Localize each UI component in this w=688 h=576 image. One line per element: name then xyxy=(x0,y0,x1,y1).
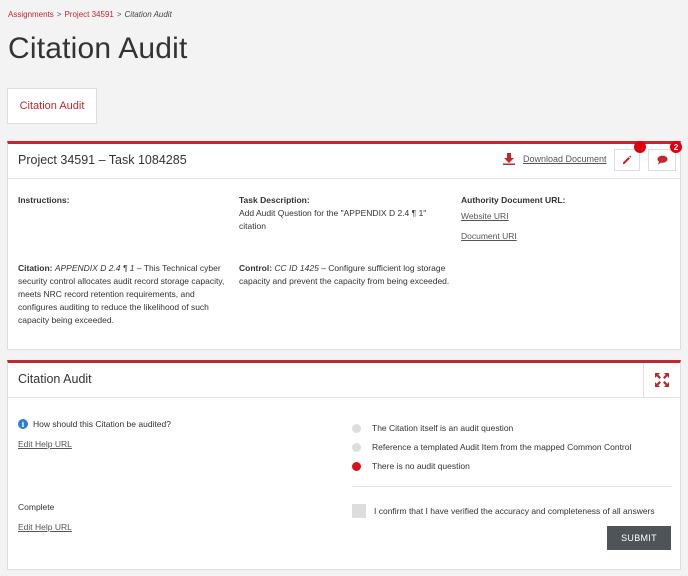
control-ref: CC ID 1425 xyxy=(274,263,319,273)
authority-block: Authority Document URL: Website URI Docu… xyxy=(461,194,661,243)
confirm-row[interactable]: I confirm that I have verified the accur… xyxy=(352,504,655,518)
authority-label: Authority Document URL: xyxy=(461,195,566,205)
control-label: Control: xyxy=(239,263,273,273)
breadcrumb-assignments[interactable]: Assignments xyxy=(8,10,54,19)
instructions-block: Instructions: xyxy=(18,194,69,207)
info-icon: i xyxy=(18,419,28,429)
citation-label: Citation: xyxy=(18,263,53,273)
document-uri-link[interactable]: Document URI xyxy=(461,230,661,243)
expand-button[interactable] xyxy=(643,363,680,397)
audit-option-citation-question[interactable]: The Citation itself is an audit question xyxy=(352,423,513,433)
audit-option-label: The Citation itself is an audit question xyxy=(372,423,514,433)
task-description-label: Task Description: xyxy=(239,195,310,205)
task-title: Project 34591 – Task 1084285 xyxy=(18,153,187,167)
audit-question: How should this Citation be audited? xyxy=(33,419,171,429)
citation-audit-card: Citation Audit i How should this Citatio… xyxy=(7,360,681,570)
citation-ref: APPENDIX D 2.4 ¶ 1 xyxy=(54,263,135,273)
breadcrumb: Assignments > Project 34591 > Citation Audit xyxy=(8,10,172,19)
audit-option-no-question[interactable]: There is no audit question xyxy=(352,461,470,471)
pencil-icon xyxy=(623,155,632,164)
radio-button[interactable] xyxy=(352,423,361,433)
audit-question-row: i How should this Citation be audited? xyxy=(18,419,171,429)
edit-help-url-link-complete[interactable]: Edit Help URL xyxy=(18,522,72,532)
radio-button-selected[interactable] xyxy=(352,461,361,471)
audit-card-title: Citation Audit xyxy=(18,372,92,386)
page-title: Citation Audit xyxy=(8,32,188,65)
breadcrumb-project[interactable]: Project 34591 xyxy=(64,10,113,19)
edit-button[interactable] xyxy=(614,149,640,171)
submit-button[interactable]: SUBMIT xyxy=(607,526,671,550)
download-label: Download Document xyxy=(523,154,607,164)
audit-option-templated-item[interactable]: Reference a templated Audit Item from th… xyxy=(352,442,631,452)
task-card-header: Project 34591 – Task 1084285 Download Do… xyxy=(8,141,682,179)
expand-arrows-icon xyxy=(655,373,669,387)
confirm-text: I confirm that I have verified the accur… xyxy=(374,506,655,516)
download-document-link[interactable]: Download Document xyxy=(503,153,607,165)
tab-citation-audit[interactable]: Citation Audit xyxy=(7,88,97,124)
website-uri-link[interactable]: Website URI xyxy=(461,210,661,223)
confirm-checkbox[interactable] xyxy=(352,504,366,518)
citation-block: Citation: APPENDIX D 2.4 ¶ 1 – This Tech… xyxy=(18,262,233,327)
download-icon xyxy=(503,153,515,165)
task-description-text: Add Audit Question for the "APPENDIX D 2… xyxy=(239,208,427,231)
control-block: Control: CC ID 1425 – Configure sufficie… xyxy=(239,262,457,288)
audit-option-label: Reference a templated Audit Item from th… xyxy=(372,442,632,452)
edit-help-url-link[interactable]: Edit Help URL xyxy=(18,439,72,449)
audit-option-label: There is no audit question xyxy=(372,461,470,471)
comment-icon xyxy=(657,155,667,165)
complete-label: Complete xyxy=(18,502,55,512)
comments-button[interactable] xyxy=(648,149,676,171)
task-description-block: Task Description: Add Audit Question for… xyxy=(239,194,439,233)
radio-button[interactable] xyxy=(352,442,361,452)
instructions-label: Instructions: xyxy=(18,195,70,205)
section-divider xyxy=(352,486,672,487)
breadcrumb-separator: > xyxy=(56,10,62,19)
breadcrumb-current: Citation Audit xyxy=(124,10,172,19)
task-card: Project 34591 – Task 1084285 Download Do… xyxy=(7,141,682,350)
page: Assignments > Project 34591 > Citation Audit… xyxy=(0,0,688,576)
breadcrumb-separator: > xyxy=(116,10,122,19)
notification-dot xyxy=(634,141,646,153)
comment-count-badge: 2 xyxy=(670,141,682,153)
audit-card-header: Citation Audit xyxy=(8,363,680,398)
